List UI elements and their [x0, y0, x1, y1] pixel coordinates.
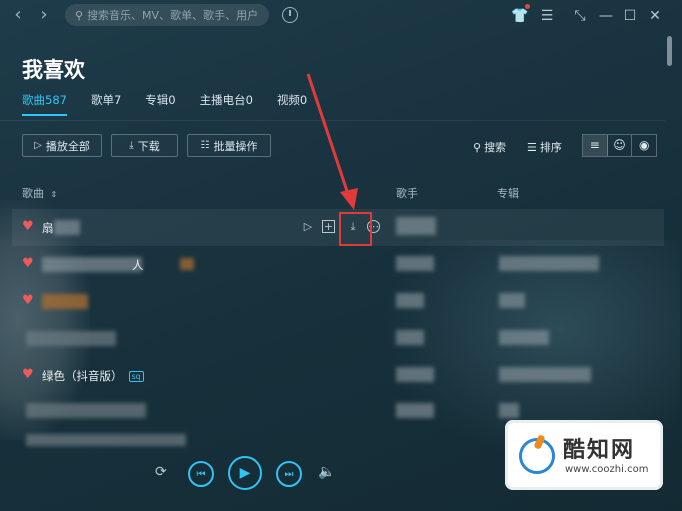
tab-videos[interactable]: 视频0 [277, 92, 307, 116]
redacted-text [42, 294, 88, 309]
redacted-text [54, 220, 80, 235]
heart-icon[interactable]: ♥ [22, 368, 34, 382]
song-name: 绿色（抖音版） sq [42, 368, 144, 384]
song-name: 人 [132, 258, 144, 272]
redacted-text [396, 367, 434, 382]
previous-button[interactable]: ⏮ [188, 461, 214, 487]
column-song[interactable]: 歌曲 ⇕ [22, 185, 57, 201]
search-icon: ⚲ [473, 140, 482, 154]
song-name: 扇 [42, 221, 54, 235]
forward-arrow-icon[interactable]: › [34, 6, 54, 26]
watermark-url: www.coozhi.com [565, 464, 649, 475]
redacted-text [396, 330, 424, 345]
table-row[interactable]: ♥ 扇 ▷ + ⤓ ⋯ [12, 209, 664, 246]
redacted-text [499, 330, 549, 345]
album-view-icon[interactable]: ◉ [632, 135, 656, 156]
tab-playlists[interactable]: 歌单7 [91, 92, 121, 116]
minimize-icon[interactable]: — [596, 6, 616, 26]
redacted-text [499, 367, 591, 382]
search-list-button[interactable]: ⚲ 搜索 [473, 139, 506, 155]
redacted-text [499, 293, 525, 308]
tab-radio[interactable]: 主播电台0 [200, 92, 253, 116]
sort-caret-icon: ⇕ [50, 190, 58, 199]
tab-songs[interactable]: 歌曲587 [22, 92, 67, 116]
artist-view-icon[interactable]: ☺ [608, 135, 633, 156]
maximize-icon[interactable]: ☐ [620, 6, 640, 26]
tab-albums[interactable]: 专辑0 [145, 92, 175, 116]
play-button[interactable]: ▶ [228, 456, 262, 490]
redacted-text [396, 256, 434, 271]
watermark-text: 酷知网 [563, 438, 636, 463]
back-arrow-icon[interactable]: ‹ [8, 6, 28, 26]
redacted-text [26, 331, 116, 346]
redacted-badge [180, 258, 194, 270]
page-title: 我喜欢 [22, 58, 85, 82]
table-row[interactable]: ♥ 人 [12, 246, 664, 283]
watermark-logo-icon [519, 438, 555, 474]
notification-dot [525, 4, 530, 9]
batch-operation-button[interactable]: ☷ 批量操作 [187, 134, 271, 157]
watermark: 酷知网 www.coozhi.com [505, 420, 663, 490]
scrollbar-track[interactable] [666, 32, 673, 452]
play-all-button[interactable]: ▷ 播放全部 [22, 134, 102, 157]
sort-button[interactable]: ☰ 排序 [527, 139, 562, 155]
redacted-text [499, 403, 519, 418]
skin-icon[interactable]: 👕 [510, 6, 530, 26]
header-divider [0, 120, 665, 121]
sort-icon: ☰ [527, 140, 537, 154]
redacted-text [499, 256, 599, 271]
close-icon[interactable]: ✕ [645, 6, 665, 26]
redacted-text [26, 403, 146, 418]
heart-icon[interactable]: ♥ [22, 294, 34, 308]
download-button[interactable]: ⤓ 下载 [111, 134, 178, 157]
heart-icon[interactable]: ♥ [22, 257, 34, 271]
redacted-text [396, 293, 424, 308]
download-icon: ⤓ [129, 140, 134, 151]
quality-badge: sq [128, 371, 144, 382]
redacted-text [26, 434, 186, 446]
search-box[interactable]: ⚲ [65, 4, 269, 26]
add-icon[interactable]: + [322, 220, 335, 233]
heart-icon[interactable]: ♥ [22, 220, 34, 234]
scrollbar-thumb[interactable] [667, 36, 672, 66]
tab-bar: 歌曲587 歌单7 专辑0 主播电台0 视频0 [22, 92, 331, 116]
search-input[interactable] [87, 8, 258, 22]
history-icon[interactable] [282, 7, 298, 23]
redacted-text [396, 403, 434, 418]
search-icon: ⚲ [75, 8, 84, 22]
menu-icon[interactable]: ☰ [537, 6, 557, 26]
redacted-text [396, 217, 436, 235]
mini-mode-icon[interactable]: ⤡ [570, 6, 590, 26]
list-check-icon: ☷ [200, 140, 210, 151]
volume-icon[interactable]: 🔈 [318, 464, 335, 480]
column-album: 专辑 [497, 187, 519, 200]
next-button[interactable]: ⏭ [276, 461, 302, 487]
table-row[interactable]: ♥ 绿色（抖音版） sq [12, 357, 664, 394]
redacted-text [42, 257, 142, 272]
play-icon[interactable]: ▷ [300, 219, 316, 235]
top-bar: ‹ › ⚲ 👕 ☰ ⤡ — ☐ ✕ [0, 0, 682, 32]
view-toggle: ≡ ☺ ◉ [582, 134, 657, 157]
table-row[interactable] [12, 320, 664, 357]
play-icon: ▷ [34, 140, 42, 151]
loop-icon[interactable]: ⟳ [155, 464, 167, 480]
list-view-icon[interactable]: ≡ [583, 135, 608, 156]
download-highlight-box [339, 212, 372, 246]
column-artist: 歌手 [396, 187, 418, 200]
table-row[interactable]: ♥ [12, 283, 664, 320]
